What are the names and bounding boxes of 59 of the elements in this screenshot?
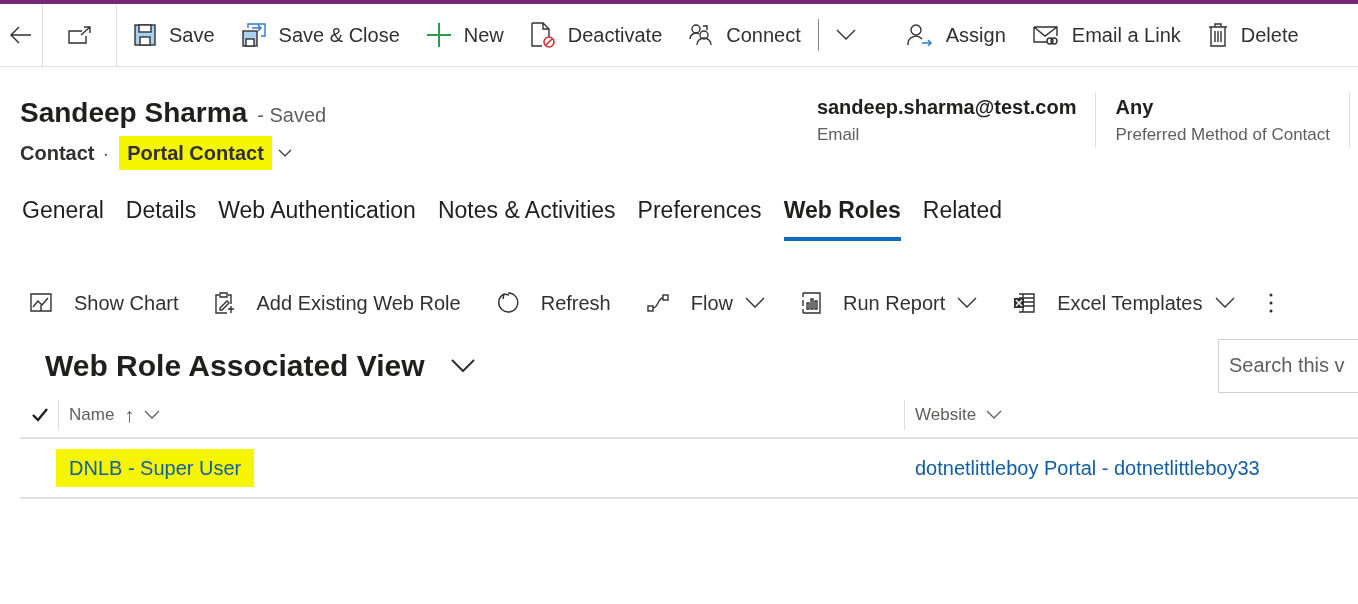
command-button[interactable]: Delete <box>1207 20 1299 50</box>
command-button[interactable]: Flow <box>646 287 765 318</box>
person-arrow-icon <box>906 24 933 46</box>
command-button[interactable]: Excel Templates <box>1013 287 1235 318</box>
command-button[interactable]: Save <box>134 20 215 50</box>
command-button[interactable]: Add Existing Web Role <box>214 287 461 318</box>
clipboard-plus-icon <box>214 291 235 314</box>
command-button[interactable]: New <box>426 20 504 50</box>
column-header[interactable]: Website <box>915 401 1003 428</box>
field-value: sandeep.sharma@test.com <box>816 95 1077 120</box>
chevron-down-icon <box>144 409 161 420</box>
spreadsheet-icon <box>1013 292 1036 313</box>
command-button[interactable]: Refresh <box>496 287 611 318</box>
command-button[interactable]: Run Report <box>800 287 978 318</box>
tab[interactable]: Related <box>922 192 1003 241</box>
command-button[interactable]: Email a Link <box>1032 20 1181 50</box>
chevron-down-icon <box>957 296 978 309</box>
entity-name: Contact <box>20 141 95 166</box>
chevron-down-icon <box>744 296 765 309</box>
command-button[interactable]: Show Chart <box>30 287 179 318</box>
flow-icon <box>646 293 669 312</box>
save-status: - Saved <box>257 103 327 128</box>
record-link[interactable]: DNLB - Super User <box>56 448 255 487</box>
tab[interactable]: Details <box>125 192 197 241</box>
tab[interactable]: Web Roles <box>783 192 901 241</box>
record-link[interactable]: dotnetlittleboy Portal - dotnetlittleboy33 <box>915 456 1260 479</box>
trash-icon <box>1207 23 1228 47</box>
sort-indicator: ↑ <box>124 402 135 428</box>
chevron-down-icon <box>1214 296 1235 309</box>
command-button[interactable]: Deactivate <box>530 20 663 50</box>
field-label: Email <box>816 124 861 146</box>
chevron-down-icon <box>277 149 292 157</box>
view-title: Web Role Associated View <box>45 348 425 384</box>
record-title: Sandeep Sharma <box>20 96 248 130</box>
document-blocked-icon <box>530 22 555 48</box>
chart-icon <box>30 292 52 313</box>
search-field[interactable]: Search this v <box>1218 338 1358 393</box>
tab[interactable]: Preferences <box>637 192 762 241</box>
field-label: Preferred Method of Contact <box>1115 124 1330 146</box>
report-icon <box>800 291 821 314</box>
column-header[interactable]: Name ↑ <box>69 399 161 430</box>
popout-icon <box>67 26 92 44</box>
refresh-icon <box>496 291 519 314</box>
field-value: Any <box>1115 95 1155 120</box>
command-button[interactable]: Save & Close <box>241 20 400 50</box>
chevron-down-icon[interactable] <box>450 358 475 373</box>
tab[interactable]: Notes & Activities <box>437 192 616 241</box>
tab[interactable]: Web Authentication <box>218 192 416 241</box>
tab[interactable]: General <box>22 192 104 241</box>
envelope-link-icon <box>1032 24 1059 46</box>
save-close-icon <box>241 23 266 47</box>
command-button[interactable]: Connect <box>689 20 801 50</box>
separator: · <box>102 141 110 166</box>
arrow-left-icon <box>10 26 32 44</box>
save-icon <box>134 24 156 46</box>
chevron-down-icon <box>986 409 1003 420</box>
people-icon <box>689 24 714 46</box>
command-button[interactable]: Assign <box>906 20 1006 50</box>
plus-icon <box>426 23 451 47</box>
